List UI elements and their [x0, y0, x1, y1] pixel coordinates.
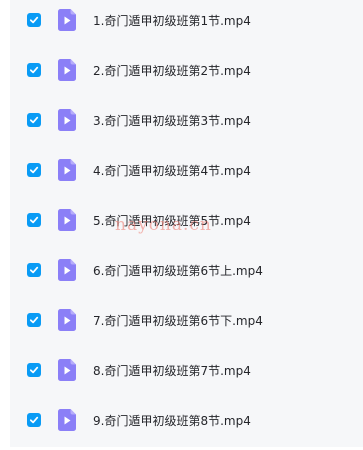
checkmark-icon — [29, 116, 39, 124]
video-file-icon[interactable] — [58, 59, 76, 81]
file-row[interactable]: 3.奇门遁甲初级班第3节.mp4 — [10, 95, 363, 145]
file-row[interactable]: 5.奇门遁甲初级班第5节.mp4 — [10, 195, 363, 245]
checkmark-icon — [29, 366, 39, 374]
file-name[interactable]: 8.奇门遁甲初级班第7节.mp4 — [93, 362, 251, 379]
file-name[interactable]: 4.奇门遁甲初级班第4节.mp4 — [93, 162, 251, 179]
video-file-icon[interactable] — [58, 309, 76, 331]
checkbox-checked[interactable] — [27, 413, 41, 427]
file-name[interactable]: 1.奇门遁甲初级班第1节.mp4 — [93, 12, 251, 29]
checkmark-icon — [29, 166, 39, 174]
file-list: 1.奇门遁甲初级班第1节.mp4 2.奇门遁甲初级班第2节.mp4 3.奇门遁甲… — [10, 0, 363, 447]
video-file-icon[interactable] — [58, 159, 76, 181]
file-row[interactable]: 4.奇门遁甲初级班第4节.mp4 — [10, 145, 363, 195]
video-file-icon[interactable] — [58, 109, 76, 131]
video-file-icon[interactable] — [58, 9, 76, 31]
checkmark-icon — [29, 16, 39, 24]
file-row[interactable]: 1.奇门遁甲初级班第1节.mp4 — [10, 0, 363, 45]
checkmark-icon — [29, 416, 39, 424]
file-name[interactable]: 5.奇门遁甲初级班第5节.mp4 — [93, 212, 251, 229]
checkbox-checked[interactable] — [27, 13, 41, 27]
file-name[interactable]: 3.奇门遁甲初级班第3节.mp4 — [93, 112, 251, 129]
checkbox-checked[interactable] — [27, 113, 41, 127]
video-file-icon[interactable] — [58, 209, 76, 231]
file-name[interactable]: 9.奇门遁甲初级班第8节.mp4 — [93, 412, 251, 429]
checkmark-icon — [29, 316, 39, 324]
checkbox-checked[interactable] — [27, 313, 41, 327]
checkmark-icon — [29, 266, 39, 274]
video-file-icon[interactable] — [58, 259, 76, 281]
checkbox-checked[interactable] — [27, 213, 41, 227]
checkbox-checked[interactable] — [27, 63, 41, 77]
file-row[interactable]: 7.奇门遁甲初级班第6节下.mp4 — [10, 295, 363, 345]
checkmark-icon — [29, 216, 39, 224]
file-name[interactable]: 6.奇门遁甲初级班第6节上.mp4 — [93, 262, 263, 279]
checkbox-checked[interactable] — [27, 263, 41, 277]
checkbox-checked[interactable] — [27, 163, 41, 177]
file-row[interactable]: 9.奇门遁甲初级班第8节.mp4 — [10, 395, 363, 445]
file-name[interactable]: 7.奇门遁甲初级班第6节下.mp4 — [93, 312, 263, 329]
checkbox-checked[interactable] — [27, 363, 41, 377]
video-file-icon[interactable] — [58, 409, 76, 431]
file-row[interactable]: 2.奇门遁甲初级班第2节.mp4 — [10, 45, 363, 95]
file-name[interactable]: 2.奇门遁甲初级班第2节.mp4 — [93, 62, 251, 79]
video-file-icon[interactable] — [58, 359, 76, 381]
file-row[interactable]: 6.奇门遁甲初级班第6节上.mp4 — [10, 245, 363, 295]
checkmark-icon — [29, 66, 39, 74]
file-row[interactable]: 8.奇门遁甲初级班第7节.mp4 — [10, 345, 363, 395]
